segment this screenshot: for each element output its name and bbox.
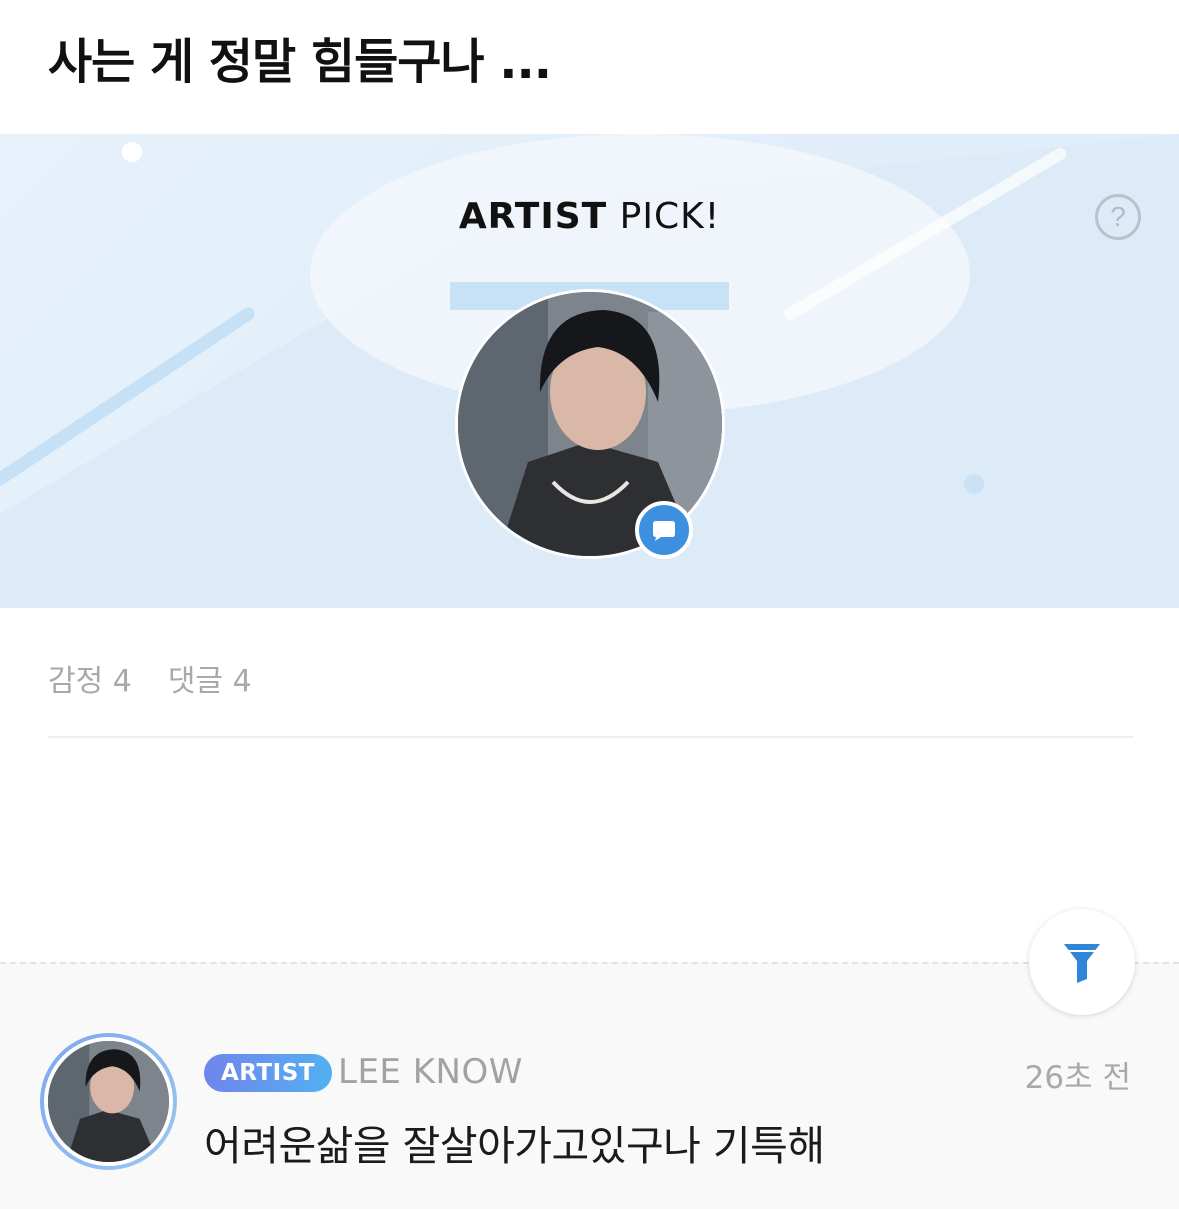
comment-timestamp: 26초 전 [1024,1060,1131,1096]
post-page: 사는 게 정말 힘들구나 ... ARTIST PICK! ? 감정 4 댓글 … [0,0,1179,1209]
comment-author-name[interactable]: LEE KNOW [338,1052,523,1092]
comment-author-photo [48,1041,169,1162]
artist-pick-banner: ARTIST PICK! ? [0,134,1179,608]
comment-text: 어려운삶을 잘살아가고있구나 기특해 [204,1122,825,1170]
artist-pick-heading: ARTIST PICK! [0,196,1179,310]
question-circle-icon[interactable]: ? [1095,194,1141,240]
post-title: 사는 게 정말 힘들구나 ... [48,34,552,90]
filter-button[interactable] [1029,909,1135,1015]
filter-funnel-icon [1064,944,1100,983]
artist-pick-bold: ARTIST [458,196,608,237]
post-stats: 감정 4 댓글 4 [48,656,288,700]
artist-pick-rest: PICK! [607,196,721,237]
chat-bubble-icon [635,501,693,559]
divider [48,736,1133,738]
artist-badge: ARTIST [204,1054,332,1092]
comment-avatar[interactable] [40,1033,177,1170]
comment-count[interactable]: 댓글 4 [168,664,252,699]
reaction-count[interactable]: 감정 4 [48,664,132,699]
